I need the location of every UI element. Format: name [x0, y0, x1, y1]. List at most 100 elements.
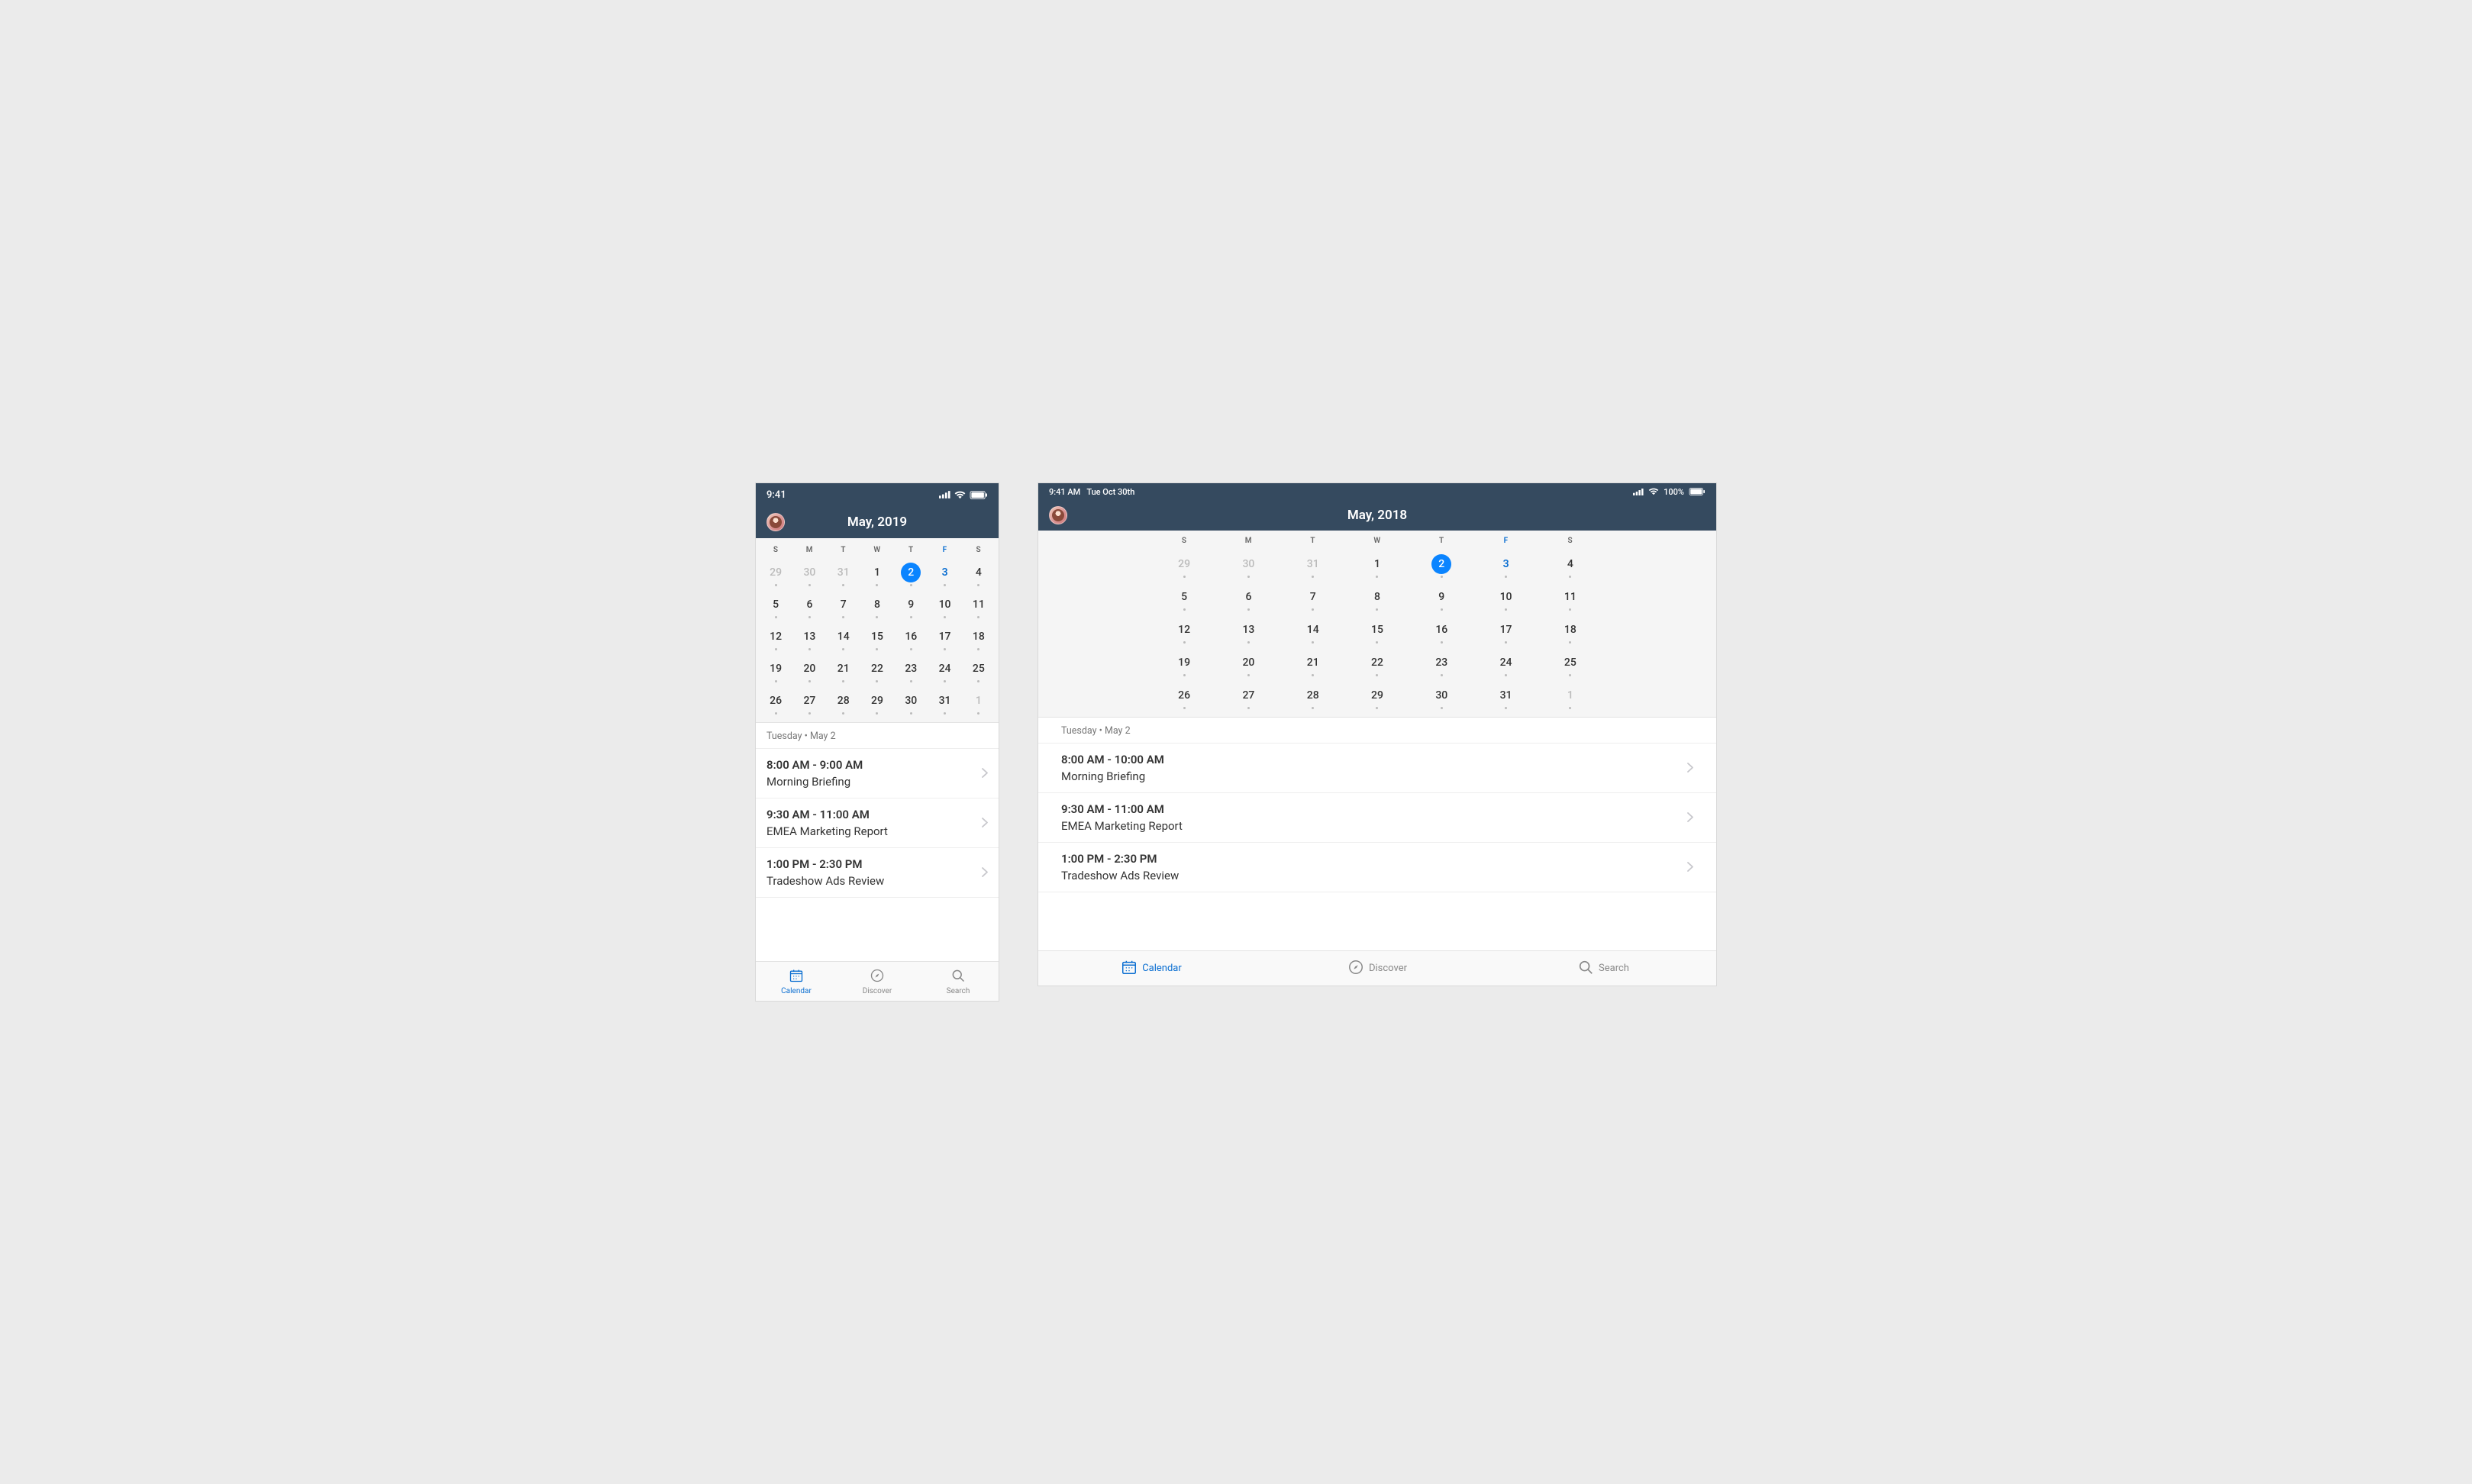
calendar-day[interactable]: 4: [1538, 550, 1602, 582]
calendar-day[interactable]: 31: [827, 559, 860, 591]
calendar-day[interactable]: 8: [1345, 582, 1409, 615]
event-row[interactable]: 9:30 AM - 11:00 AMEMEA Marketing Report: [1038, 793, 1716, 843]
weekday-label: S: [962, 543, 996, 559]
calendar-day[interactable]: 27: [792, 687, 826, 719]
calendar-day[interactable]: 3: [928, 559, 961, 591]
weekday-label: W: [1345, 534, 1409, 550]
calendar-day[interactable]: 2: [894, 559, 928, 591]
calendar-day[interactable]: 20: [792, 655, 826, 687]
event-row[interactable]: 1:00 PM - 2:30 PMTradeshow Ads Review: [756, 848, 999, 898]
calendar-day[interactable]: 14: [827, 623, 860, 655]
calendar-day[interactable]: 7: [1281, 582, 1345, 615]
calendar-day[interactable]: 29: [759, 559, 792, 591]
calendar-day[interactable]: 16: [894, 623, 928, 655]
calendar-day[interactable]: 30: [792, 559, 826, 591]
tab-calendar[interactable]: Calendar: [756, 962, 837, 1001]
calendar-day[interactable]: 29: [860, 687, 894, 719]
calendar-day[interactable]: 11: [962, 591, 996, 623]
calendar-day[interactable]: 5: [759, 591, 792, 623]
calendar-day[interactable]: 1: [962, 687, 996, 719]
tab-calendar[interactable]: Calendar: [1038, 951, 1264, 986]
calendar-day[interactable]: 29: [1152, 550, 1216, 582]
calendar-day[interactable]: 7: [827, 591, 860, 623]
cellular-icon: [939, 491, 950, 498]
discover-icon: [870, 968, 885, 986]
avatar[interactable]: [1049, 506, 1067, 524]
calendar-day[interactable]: 10: [928, 591, 961, 623]
tab-discover[interactable]: Discover: [1264, 951, 1490, 986]
calendar-day[interactable]: 20: [1216, 648, 1280, 681]
calendar-day[interactable]: 5: [1152, 582, 1216, 615]
calendar-day[interactable]: 30: [1216, 550, 1280, 582]
calendar-day[interactable]: 23: [894, 655, 928, 687]
calendar-icon: [789, 968, 804, 986]
tab-search[interactable]: Search: [1490, 951, 1716, 986]
tab-label: Discover: [863, 987, 892, 995]
calendar-day[interactable]: 13: [1216, 615, 1280, 648]
avatar[interactable]: [766, 513, 785, 531]
chevron-right-icon: [982, 816, 988, 831]
calendar-day[interactable]: 28: [1281, 681, 1345, 714]
calendar-day[interactable]: 15: [860, 623, 894, 655]
event-row[interactable]: 9:30 AM - 11:00 AMEMEA Marketing Report: [756, 798, 999, 848]
calendar-day[interactable]: 14: [1281, 615, 1345, 648]
event-row[interactable]: 8:00 AM - 10:00 AMMorning Briefing: [1038, 744, 1716, 793]
calendar-day[interactable]: 31: [1281, 550, 1345, 582]
calendar-day[interactable]: 6: [792, 591, 826, 623]
calendar-day[interactable]: 12: [1152, 615, 1216, 648]
event-row[interactable]: 1:00 PM - 2:30 PMTradeshow Ads Review: [1038, 843, 1716, 892]
calendar-day[interactable]: 9: [894, 591, 928, 623]
calendar-day[interactable]: 2: [1409, 550, 1473, 582]
calendar-day[interactable]: 18: [962, 623, 996, 655]
calendar-day[interactable]: 25: [1538, 648, 1602, 681]
calendar-day[interactable]: 25: [962, 655, 996, 687]
weekday-label: T: [1409, 534, 1473, 550]
calendar-day[interactable]: 11: [1538, 582, 1602, 615]
tab-search[interactable]: Search: [918, 962, 999, 1001]
calendar-day[interactable]: 17: [928, 623, 961, 655]
calendar-day[interactable]: 28: [827, 687, 860, 719]
calendar-day[interactable]: 30: [1409, 681, 1473, 714]
weekday-label: M: [792, 543, 826, 559]
calendar-day[interactable]: 9: [1409, 582, 1473, 615]
calendar-day[interactable]: 24: [1473, 648, 1538, 681]
calendar-day[interactable]: 12: [759, 623, 792, 655]
calendar-day[interactable]: 13: [792, 623, 826, 655]
calendar-day[interactable]: 31: [1473, 681, 1538, 714]
calendar-day[interactable]: 27: [1216, 681, 1280, 714]
event-row[interactable]: 8:00 AM - 9:00 AMMorning Briefing: [756, 749, 999, 798]
page-title: May, 2018: [1038, 508, 1716, 523]
calendar-day[interactable]: 19: [1152, 648, 1216, 681]
calendar-day[interactable]: 16: [1409, 615, 1473, 648]
calendar-day[interactable]: 21: [1281, 648, 1345, 681]
calendar-day[interactable]: 1: [1538, 681, 1602, 714]
calendar-day[interactable]: 3: [1473, 550, 1538, 582]
tablet-header: May, 2018: [1038, 500, 1716, 531]
calendar-day[interactable]: 29: [1345, 681, 1409, 714]
discover-icon: [1347, 959, 1364, 979]
tab-discover[interactable]: Discover: [837, 962, 918, 1001]
calendar-day[interactable]: 17: [1473, 615, 1538, 648]
calendar-day[interactable]: 15: [1345, 615, 1409, 648]
calendar-day[interactable]: 8: [860, 591, 894, 623]
event-title: Tradeshow Ads Review: [766, 874, 884, 888]
calendar-day[interactable]: 10: [1473, 582, 1538, 615]
calendar-day[interactable]: 1: [860, 559, 894, 591]
calendar-day[interactable]: 22: [860, 655, 894, 687]
calendar-day[interactable]: 26: [1152, 681, 1216, 714]
calendar-day[interactable]: 1: [1345, 550, 1409, 582]
calendar-day[interactable]: 23: [1409, 648, 1473, 681]
status-time: 9:41: [766, 489, 786, 501]
calendar-day[interactable]: 30: [894, 687, 928, 719]
calendar-day[interactable]: 24: [928, 655, 961, 687]
calendar-day[interactable]: 4: [962, 559, 996, 591]
calendar-day[interactable]: 6: [1216, 582, 1280, 615]
calendar-day[interactable]: 19: [759, 655, 792, 687]
calendar-day[interactable]: 31: [928, 687, 961, 719]
battery-icon: [970, 491, 988, 499]
phone-status-bar: 9:41: [756, 483, 999, 506]
calendar-day[interactable]: 22: [1345, 648, 1409, 681]
calendar-day[interactable]: 21: [827, 655, 860, 687]
calendar-day[interactable]: 18: [1538, 615, 1602, 648]
calendar-day[interactable]: 26: [759, 687, 792, 719]
